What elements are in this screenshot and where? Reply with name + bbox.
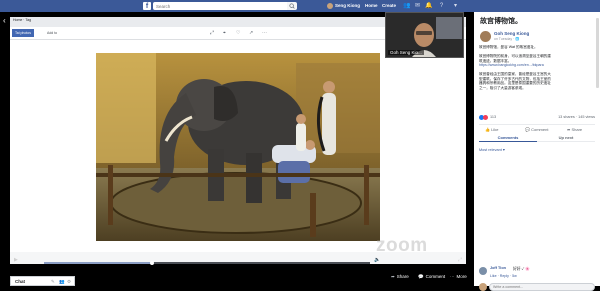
user-avatar[interactable] [327,3,333,9]
comment-input[interactable] [489,283,595,291]
search-icon [289,3,295,9]
share-count[interactable]: 13 shares · 145 views [558,115,595,119]
post-timestamp[interactable]: on Tuesday · 🌐 [494,37,520,41]
participant-name: Goh Seng Kio... [388,50,424,55]
volume-icon[interactable]: 🔈 [374,257,380,263]
post-line: 之一，吸引了大量游客参观。 [479,85,526,90]
more-action[interactable]: ⋯ More [450,274,467,280]
play-icon[interactable]: ▶ [14,257,18,263]
reaction-count: 113 [490,115,497,119]
like-icon[interactable]: ♡ [236,30,240,36]
friends-icon[interactable]: 👥 [403,3,410,9]
new-message-icon[interactable]: ✎ [51,279,55,285]
chat-label: Chat [15,279,25,284]
messenger-icon[interactable]: ✉ [414,3,421,9]
post-actions: 👍 Like 💬 Comment ➦ Share [479,124,595,132]
comment-button[interactable]: 💬 Comment [525,127,548,132]
more-icon: ⋯ [450,274,455,279]
my-avatar [479,283,487,291]
love-reaction-icon [483,115,488,120]
group-icon[interactable]: 👥 [59,279,65,285]
share-icon: ➦ [391,274,395,279]
menu-icon[interactable]: ▾ [452,3,459,9]
progress-knob[interactable] [149,261,154,265]
search-input[interactable] [153,2,295,10]
create-link[interactable]: Create [382,3,396,8]
tab-comments[interactable]: Comments [479,135,537,142]
share-button[interactable]: ➦ Share [567,127,582,132]
zoom-video-thumbnail[interactable]: Goh Seng Kio... [385,12,464,58]
sort-dropdown[interactable]: Most relevant ▾ [479,147,505,152]
profile-link[interactable]: Seng Kiong [335,3,360,8]
panel-scrollbar[interactable] [596,18,599,88]
comment-text: 好好 ✓ 🌸 [513,267,531,271]
post-line: 故宫博物馆，曼谷 Wat 的故宫遗址。 [479,45,538,49]
elephant-photo[interactable] [96,53,380,241]
commenter-avatar[interactable] [479,267,487,275]
chat-dock[interactable]: Chat ✎ 👥 ⚙ [10,276,75,286]
facebook-top-bar: f Seng Kiong Home Create 👥 ✉ 🔔 ? ▾ [0,0,600,12]
like-button[interactable]: 👍 Like [485,127,498,132]
notifications-icon[interactable]: 🔔 [425,3,432,9]
commenter-name[interactable]: Joff Tion [490,266,506,270]
search-button[interactable] [287,2,297,10]
post-link[interactable]: https://www.bangkokhg.com/en.../bkpara [479,63,595,68]
post-side-panel: 故宫博物馆。 Goh Seng Kiong on Tuesday · 🌐 故宫博… [474,12,600,291]
comment-action[interactable]: 💬 Comment [418,274,445,280]
zoom-in-icon[interactable]: ⤢ [210,30,214,36]
facebook-logo[interactable]: f [143,2,151,10]
author-avatar[interactable] [480,31,491,42]
comment-icon: 💬 [418,274,424,279]
breadcrumb[interactable]: Home · Tag [13,18,31,22]
post-title: 故宫博物馆。 [480,18,522,25]
tab-add-to[interactable]: Add to [44,29,60,37]
options-icon[interactable]: ⋯ [262,30,267,36]
tag-icon[interactable]: ⌖ [223,30,226,36]
reaction-summary[interactable]: 113 13 shares · 145 views [479,115,595,121]
home-link[interactable]: Home [365,3,378,8]
photo-progress-track[interactable] [44,261,370,265]
fullscreen-icon[interactable]: ⤢ [458,257,462,263]
settings-icon[interactable]: ⚙ [67,279,71,285]
share-action[interactable]: ➦ Share [391,274,409,280]
panel-tabs: Comments Up next [479,133,595,142]
photo-progress-fill [44,262,152,264]
elephant-diorama-image [96,53,380,241]
back-arrow-icon[interactable]: ‹ [3,16,6,25]
author-name[interactable]: Goh Seng Kiong [494,31,529,36]
tab-up-next[interactable]: Up next [537,135,595,140]
zoom-watermark: zoom [376,235,428,256]
tab-tai-photos[interactable]: Tai photos [12,29,34,37]
help-icon[interactable]: ? [438,3,445,9]
share-icon[interactable]: ↗ [249,30,253,36]
comment-actions[interactable]: Like · Reply · 5w [490,274,517,278]
